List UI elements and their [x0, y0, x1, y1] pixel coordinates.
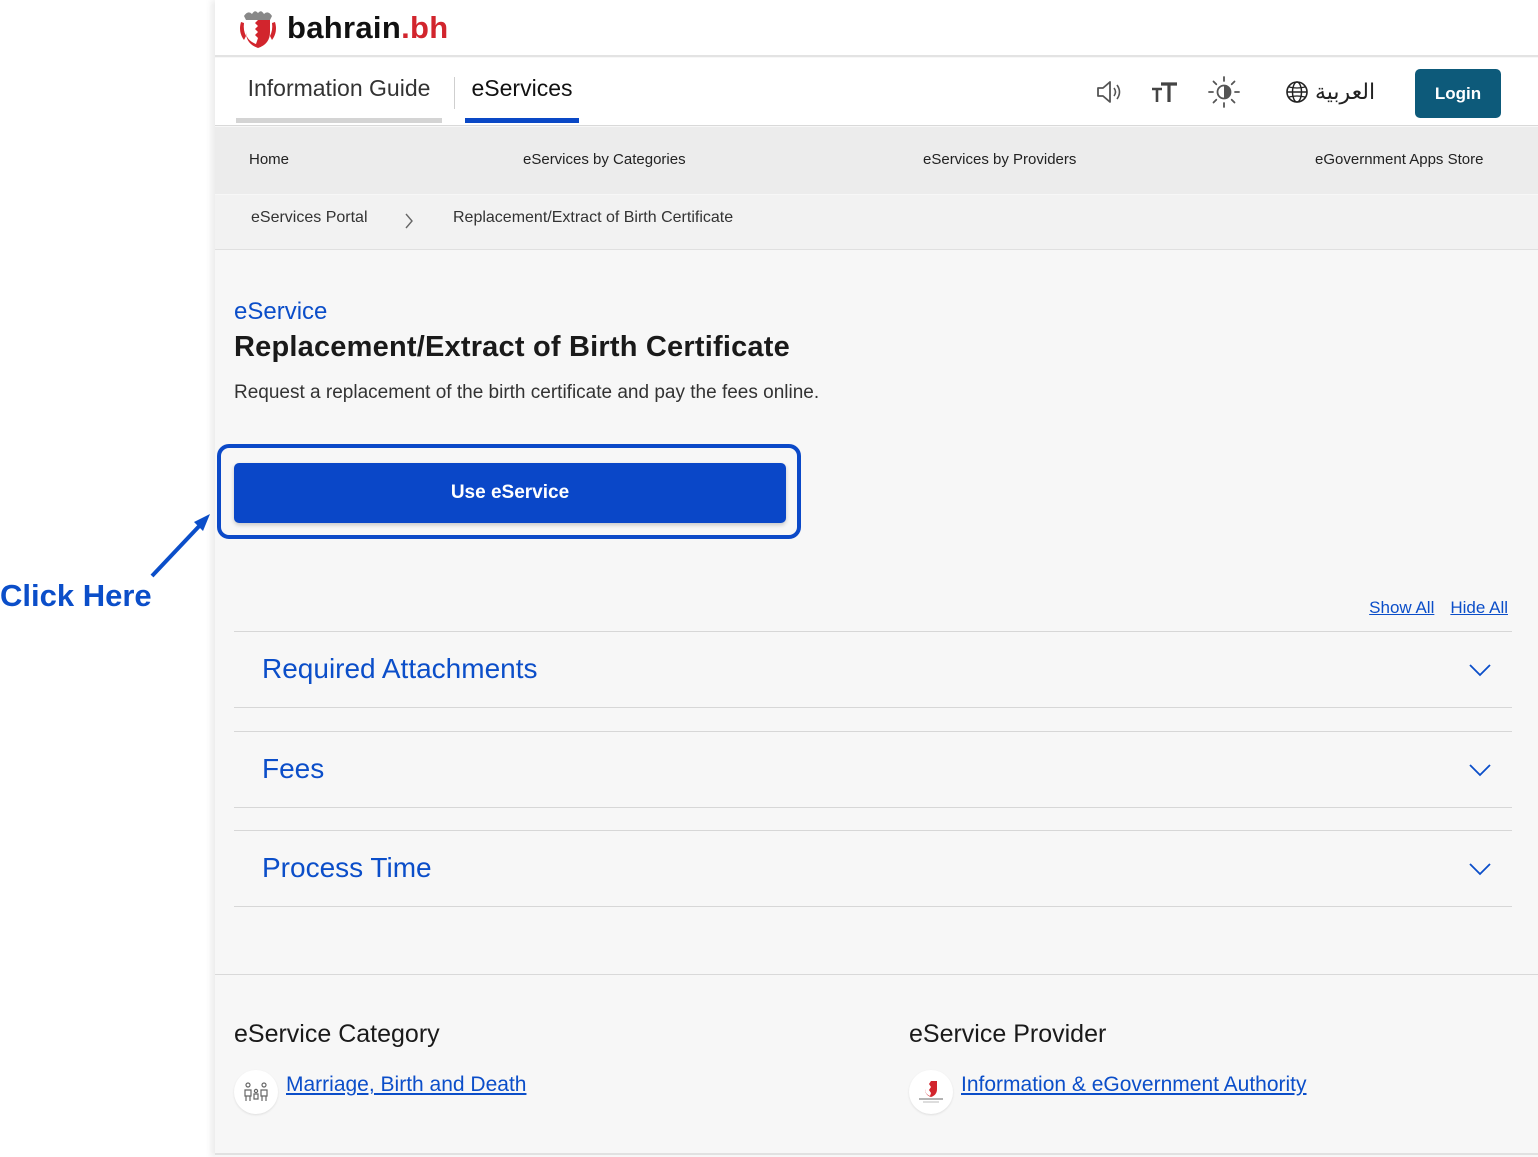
speaker-icon[interactable] [1092, 75, 1126, 109]
hide-all-link[interactable]: Hide All [1450, 598, 1508, 618]
service-description: Request a replacement of the birth certi… [234, 382, 820, 403]
site-logo[interactable]: bahrain.bh [287, 10, 448, 46]
chevron-right-icon [405, 213, 413, 229]
browser-page: bahrain.bh Information Guide eServices ا… [215, 0, 1538, 1157]
subnav-egovernment-apps-store[interactable]: eGovernment Apps Store [1315, 151, 1483, 168]
click-here-annotation: Click Here [0, 578, 152, 613]
subnav-eservices-by-categories[interactable]: eServices by Categories [523, 151, 686, 168]
globe-icon [1286, 81, 1308, 103]
tab-information-guide[interactable]: Information Guide [236, 58, 442, 123]
accordion-title: Required Attachments [262, 653, 538, 684]
tab-eservices[interactable]: eServices [465, 58, 579, 123]
family-icon [234, 1070, 278, 1114]
accordion-toggles: Show All Hide All [1369, 598, 1508, 618]
language-label: العربية [1315, 79, 1376, 105]
show-all-link[interactable]: Show All [1369, 598, 1434, 618]
provider-emblem-icon [909, 1070, 953, 1114]
logo-text-main: bahrain [287, 10, 402, 45]
chevron-down-icon [1469, 863, 1491, 876]
chevron-down-icon [1469, 664, 1491, 677]
accordion-title: Process Time [262, 852, 432, 883]
breadcrumb-eservices-portal[interactable]: eServices Portal [251, 209, 368, 227]
tab-divider [454, 77, 455, 109]
page-bottom-divider [215, 1153, 1538, 1155]
bahrain-emblem-icon[interactable] [238, 8, 278, 50]
subnav-eservices-by-providers[interactable]: eServices by Providers [923, 151, 1076, 168]
service-kicker: eService [234, 298, 328, 325]
accordion-process-time[interactable]: Process Time [234, 830, 1512, 907]
use-eservice-button[interactable]: Use eService [234, 463, 786, 523]
provider-link[interactable]: Information & eGovernment Authority [961, 1073, 1307, 1097]
page-title: Replacement/Extract of Birth Certificate [234, 331, 790, 363]
screenshot-stage: Click Here bahrain.bh Information Guide … [0, 0, 1538, 1157]
section-divider [215, 974, 1538, 975]
chevron-down-icon [1469, 764, 1491, 777]
logo-bar: bahrain.bh [215, 0, 1538, 57]
logo-text-suffix: .bh [401, 10, 449, 45]
subnav-home[interactable]: Home [249, 151, 289, 168]
top-navigation: Information Guide eServices العربية Logi… [215, 58, 1538, 126]
accordion-required-attachments[interactable]: Required Attachments [234, 631, 1512, 708]
sub-navigation: Home eServices by Categories eServices b… [215, 127, 1538, 194]
accordion-fees[interactable]: Fees [234, 731, 1512, 808]
accordion-title: Fees [262, 753, 325, 784]
breadcrumb: eServices Portal Replacement/Extract of … [215, 195, 1538, 250]
text-size-icon[interactable] [1148, 75, 1182, 109]
category-link[interactable]: Marriage, Birth and Death [286, 1073, 526, 1097]
breadcrumb-current-page: Replacement/Extract of Birth Certificate [453, 209, 734, 226]
eservice-category-heading: eService Category [234, 1020, 440, 1048]
brightness-icon[interactable] [1207, 75, 1241, 109]
language-switch[interactable]: العربية [1285, 76, 1375, 108]
eservice-provider-heading: eService Provider [909, 1020, 1107, 1048]
login-button[interactable]: Login [1415, 69, 1501, 118]
